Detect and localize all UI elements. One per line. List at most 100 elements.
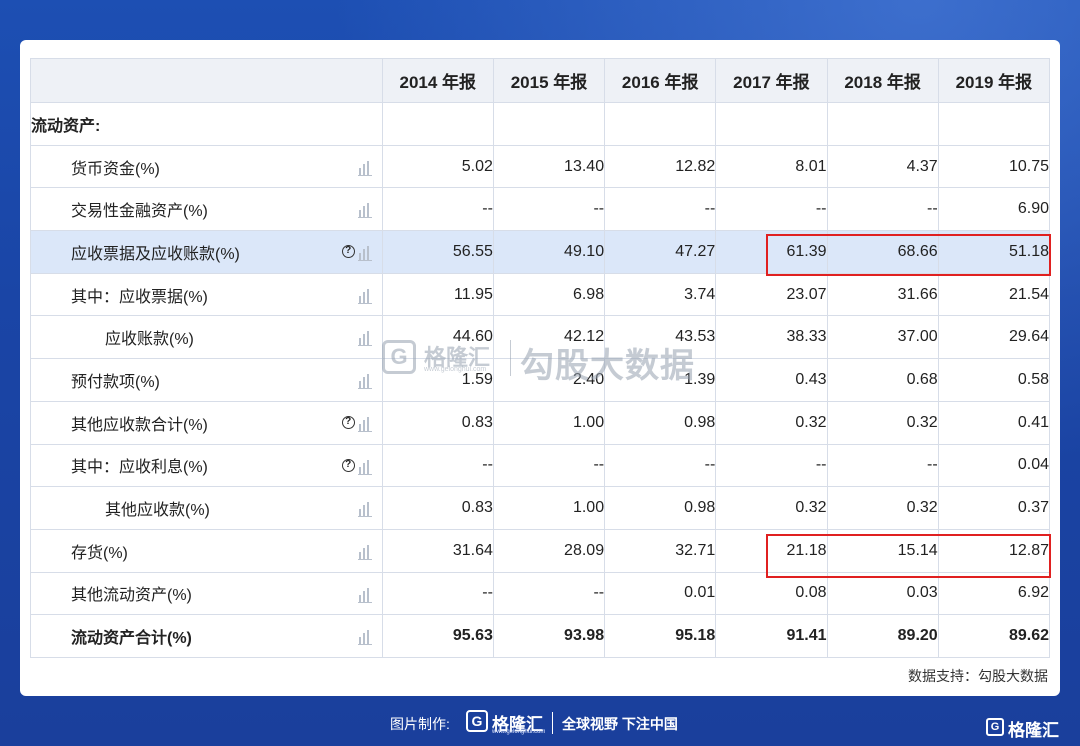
- row-label: 应收账款(%): [105, 331, 194, 349]
- row-label: 流动资产合计(%): [71, 630, 192, 648]
- table-cell: 0.04: [937, 443, 1051, 488]
- table-cell: 32.71: [604, 528, 717, 573]
- bar-chart-icon[interactable]: [357, 544, 372, 560]
- row-label: 货币资金(%): [71, 160, 160, 178]
- row-label-cell: 其他流动资产(%): [30, 571, 383, 616]
- footer-logo-icon: G: [466, 710, 488, 732]
- header-year[interactable]: 2017 年报: [715, 58, 828, 103]
- table-cell: 2.40: [492, 358, 606, 402]
- table-cell: [937, 102, 1051, 146]
- table-cell: 1.00: [492, 486, 606, 530]
- table-row: 应收账款(%) 44.60 42.12 43.53 38.33 37.00 29…: [30, 315, 1051, 360]
- help-icon[interactable]: ?: [341, 458, 355, 472]
- table-cell: 0.01: [604, 571, 717, 616]
- table-cell: 13.40: [492, 144, 606, 189]
- bar-chart-icon[interactable]: [357, 373, 372, 390]
- row-label-cell: 流动资产合计(%): [30, 614, 383, 658]
- table-cell: 23.07: [715, 272, 828, 317]
- header-year[interactable]: 2019 年报: [937, 58, 1051, 103]
- help-icon[interactable]: ?: [341, 245, 355, 259]
- table-cell: 0.83: [381, 486, 494, 530]
- table-cell: 0.32: [715, 400, 828, 445]
- table-cell: 12.82: [604, 144, 717, 189]
- table-row: 其中：应收利息(%) ? -- -- -- -- -- 0.04: [30, 443, 1051, 488]
- table-row: 其中：应收票据(%) 11.95 6.98 3.74 23.07 31.66 2…: [30, 272, 1051, 317]
- footer: 图片制作: G 格隆汇 www.gelonghui.com 全球视野 下注中国: [0, 700, 1080, 746]
- footer-divider: [552, 712, 553, 734]
- table-cell: 6.92: [937, 571, 1051, 616]
- table-cell: 0.32: [715, 486, 828, 530]
- table-cell: 61.39: [715, 230, 828, 274]
- table-row: 预付款项(%) 1.59 2.40 1.39 0.43 0.68 0.58: [30, 358, 1051, 402]
- section-label: 流动资产:: [30, 102, 383, 146]
- table-cell: 29.64: [937, 315, 1051, 360]
- bar-chart-icon[interactable]: [357, 288, 372, 304]
- table-row: 存货(%) 31.64 28.09 32.71 21.18 15.14 12.8…: [30, 528, 1051, 573]
- table-cell: 89.20: [826, 614, 939, 658]
- row-label-cell: 预付款项(%): [30, 358, 383, 402]
- table-cell: 91.41: [715, 614, 828, 658]
- row-label-cell: 应收账款(%): [30, 315, 383, 360]
- table-cell: 68.66: [826, 230, 939, 274]
- help-icon[interactable]: ?: [341, 415, 355, 429]
- header-year[interactable]: 2016 年报: [604, 58, 717, 103]
- table-cell: 5.02: [381, 144, 494, 189]
- table-cell: 0.68: [826, 358, 939, 402]
- header-year[interactable]: 2014 年报: [381, 58, 494, 103]
- corner-logo-icon: G: [986, 718, 1004, 736]
- table-cell: 31.66: [826, 272, 939, 317]
- table-card: 2014 年报 2015 年报 2016 年报 2017 年报 2018 年报 …: [20, 40, 1060, 696]
- header-corner: [30, 58, 383, 103]
- table-cell: 51.18: [937, 230, 1051, 274]
- financial-table: 2014 年报 2015 年报 2016 年报 2017 年报 2018 年报 …: [30, 58, 1051, 658]
- bar-chart-icon[interactable]: [357, 459, 372, 475]
- row-label-cell: 其他应收款合计(%) ?: [30, 400, 383, 445]
- table-cell: --: [826, 187, 939, 232]
- table-cell: 12.87: [937, 528, 1051, 573]
- table-row: 交易性金融资产(%) -- -- -- -- -- 6.90: [30, 187, 1051, 232]
- table-row: 流动资产:: [30, 102, 1051, 146]
- row-label: 存货(%): [71, 544, 128, 562]
- header-year[interactable]: 2018 年报: [826, 58, 939, 103]
- table-cell: 15.14: [826, 528, 939, 573]
- table-cell: --: [492, 443, 606, 488]
- table-cell: [381, 102, 494, 146]
- bar-chart-icon[interactable]: [357, 416, 372, 432]
- bar-chart-icon[interactable]: [357, 587, 372, 603]
- table-cell: 0.32: [826, 486, 939, 530]
- header-row: 2014 年报 2015 年报 2016 年报 2017 年报 2018 年报 …: [30, 58, 1051, 103]
- row-label: 预付款项(%): [71, 373, 160, 391]
- bar-chart-icon[interactable]: [357, 330, 372, 347]
- row-label-cell: 货币资金(%): [30, 144, 383, 189]
- table-cell: [826, 102, 939, 146]
- table-cell: 37.00: [826, 315, 939, 360]
- table-cell: --: [381, 443, 494, 488]
- bar-chart-icon[interactable]: [357, 629, 372, 646]
- table-cell: 0.98: [604, 486, 717, 530]
- row-label-cell: 其中：应收票据(%): [30, 272, 383, 317]
- bar-chart-icon[interactable]: [357, 501, 372, 518]
- row-label-cell: 应收票据及应收账款(%) ?: [30, 230, 383, 274]
- row-label: 其他应收款(%): [105, 502, 210, 520]
- footer-slogan: 全球视野 下注中国: [562, 716, 678, 732]
- table-cell: --: [381, 571, 494, 616]
- table-cell: --: [604, 187, 717, 232]
- corner-logo-text: 格隆汇: [1008, 721, 1059, 740]
- row-label-cell: 其他应收款(%): [30, 486, 383, 530]
- table-cell: 11.95: [381, 272, 494, 317]
- bar-chart-icon[interactable]: [357, 245, 372, 262]
- table-row-total: 流动资产合计(%) 95.63 93.98 95.18 91.41 89.20 …: [30, 614, 1051, 658]
- table-cell: 21.54: [937, 272, 1051, 317]
- table-cell: 0.08: [715, 571, 828, 616]
- table-cell: 42.12: [492, 315, 606, 360]
- bar-chart-icon[interactable]: [357, 160, 372, 176]
- header-year[interactable]: 2015 年报: [492, 58, 606, 103]
- row-label: 其他流动资产(%): [71, 587, 192, 605]
- row-label-cell: 其中：应收利息(%) ?: [30, 443, 383, 488]
- bar-chart-icon[interactable]: [357, 202, 372, 219]
- data-source-note: 数据支持：勾股大数据: [908, 668, 1048, 684]
- table-row: 其他流动资产(%) -- -- 0.01 0.08 0.03 6.92: [30, 571, 1051, 616]
- table-cell: --: [715, 443, 828, 488]
- table-cell: 1.59: [381, 358, 494, 402]
- table-cell: 95.63: [381, 614, 494, 658]
